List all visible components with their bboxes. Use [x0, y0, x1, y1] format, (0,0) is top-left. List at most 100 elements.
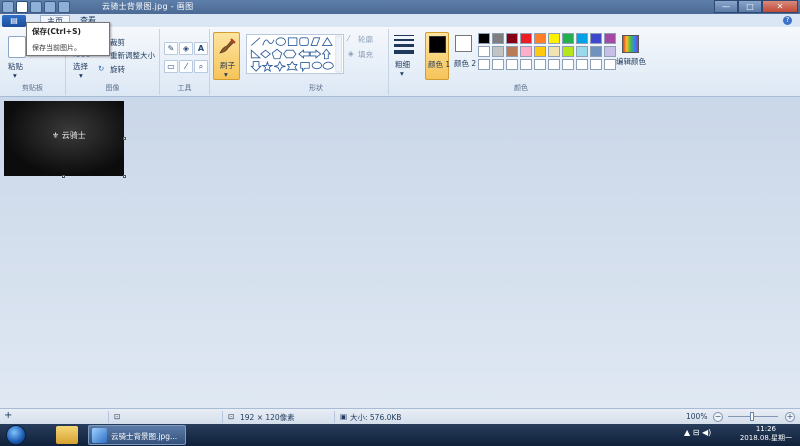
five-point-star-shape-icon [261, 61, 274, 73]
four-point-star-shape-icon [273, 60, 286, 73]
zoom-in-button[interactable]: + [785, 412, 795, 422]
taskbar: 云骑士背景图.jpg... ▲ ⊟ ◀) 11:26 2018.08.星期一 [0, 424, 800, 446]
shapes-scrollbar[interactable] [335, 35, 342, 73]
zoom-level: 100% [686, 412, 708, 421]
right-triangle-shape-icon [250, 49, 261, 59]
paint-task-icon [92, 428, 107, 443]
clock-time: 11:26 [755, 425, 776, 433]
window-controls: — □ ✕ [714, 0, 798, 13]
colors-group: 颜色 [390, 29, 652, 95]
brushes-dropdown-icon: ▾ [224, 70, 228, 79]
six-point-star-shape-icon [286, 60, 298, 71]
selection-size-icon: ⊡ [114, 412, 121, 421]
resize-handle-corner[interactable] [123, 175, 126, 178]
crop-button[interactable]: 裁剪 [110, 37, 125, 48]
rounded-callout-shape-icon [300, 62, 310, 73]
line-shape-icon [251, 37, 261, 46]
magnifier-icon[interactable]: ⌕ [194, 60, 208, 73]
polygon-shape-icon [310, 37, 321, 46]
brushes-button[interactable]: 刷子 ▾ [213, 32, 240, 80]
up-arrow-shape-icon [321, 48, 332, 60]
file-size: 大小: 576.0KB [350, 413, 402, 422]
image-logo-text: ⚜ 云骑士 [52, 131, 86, 140]
clipboard-group-label: 剪贴板 [22, 84, 43, 92]
color-picker-icon[interactable]: ⁄ [179, 60, 193, 73]
resize-button[interactable]: 重新调整大小 [110, 50, 155, 61]
undo-icon[interactable] [30, 1, 42, 13]
shapes-gallery[interactable] [246, 34, 344, 74]
pencil-icon[interactable]: ✎ [164, 42, 178, 55]
start-button[interactable] [6, 425, 26, 445]
tooltip-title: 保存(Ctrl+S) [32, 27, 81, 36]
canvas-workspace[interactable]: ⚜ 云骑士 [0, 97, 800, 408]
eraser-icon[interactable]: ▭ [164, 60, 178, 73]
shapes-group-label: 形状 [309, 84, 323, 92]
status-separator [108, 411, 109, 423]
left-arrow-shape-icon [298, 49, 310, 59]
curve-shape-icon [262, 39, 275, 46]
pentagon-shape-icon [271, 48, 283, 60]
add-icon[interactable]: + [4, 410, 12, 421]
oval-callout-shape-icon [311, 61, 323, 70]
explorer-folder-icon[interactable] [56, 426, 78, 444]
right-arrow-shape-icon [309, 49, 322, 59]
status-bar: + ⊡ ⊡ 192 × 120像素 ▣ 大小: 576.0KB 100% − + [0, 408, 800, 424]
outline-icon[interactable]: ⁄ [348, 34, 349, 43]
taskbar-task-label: 云骑士背景图.jpg... [111, 432, 178, 441]
save-tooltip: 保存(Ctrl+S) 保存当前图片。 [26, 22, 110, 56]
paste-icon[interactable] [8, 36, 26, 58]
status-separator [334, 411, 335, 423]
text-tool-icon[interactable]: A [194, 42, 208, 55]
paint-app-icon[interactable] [2, 1, 14, 13]
ribbon: 粘贴 ▾ 剪贴板 选择 ▾ 裁剪 重新调整大小 ↻ 旋转 图像 ✎ ◈ A ▭ … [0, 27, 800, 97]
rectangle-shape-icon [287, 37, 298, 46]
fill-button[interactable]: 填充 [358, 49, 373, 60]
oval-shape-icon [275, 37, 286, 46]
zoom-out-button[interactable]: − [713, 412, 723, 422]
outline-button[interactable]: 轮廓 [358, 34, 373, 45]
title-bar: 云骑士背景图.jpg - 画图 — □ ✕ [0, 0, 800, 14]
triangle-shape-icon [321, 37, 333, 46]
tooltip-description: 保存当前图片。 [32, 44, 81, 52]
paste-dropdown-icon[interactable]: ▾ [13, 71, 17, 80]
zoom-slider-thumb[interactable] [750, 412, 754, 421]
quick-access-toolbar [2, 1, 70, 13]
resize-handle-bottom[interactable] [62, 175, 65, 178]
diamond-shape-icon [260, 49, 271, 59]
customize-toolbar-icon[interactable] [58, 1, 70, 13]
taskbar-clock[interactable]: 11:26 2018.08.星期一 [740, 425, 792, 443]
fill-bucket-icon[interactable]: ◈ [179, 42, 193, 55]
maximize-button[interactable]: □ [738, 0, 762, 13]
hexagon-shape-icon [283, 49, 297, 59]
fill-icon[interactable]: ◈ [348, 49, 354, 58]
ribbon-tab-row: ▤ 主页 查看 ? [0, 14, 800, 27]
file-size-icon: ▣ [340, 412, 348, 421]
dimensions-icon: ⊡ [228, 412, 235, 421]
select-dropdown-icon[interactable]: ▾ [79, 71, 83, 80]
tools-group-label: 工具 [177, 84, 192, 92]
clock-date: 2018.08.星期一 [739, 434, 792, 442]
file-menu-button[interactable]: ▤ [2, 15, 26, 27]
shapes-group: ⁄ 轮廓 ◈ 填充 形状 [244, 29, 389, 95]
image-canvas[interactable]: ⚜ 云骑士 [4, 101, 124, 176]
window-title: 云骑士背景图.jpg - 画图 [102, 2, 194, 11]
system-tray-icons[interactable]: ▲ ⊟ ◀) [684, 428, 711, 437]
help-icon[interactable]: ? [783, 16, 792, 25]
minimize-button[interactable]: — [714, 0, 738, 13]
tools-group: ✎ ◈ A ▭ ⁄ ⌕ 工具 [160, 29, 210, 95]
image-group-label: 图像 [105, 84, 120, 92]
colors-group-label: 颜色 [514, 84, 528, 92]
redo-icon[interactable] [44, 1, 56, 13]
image-dimensions: 192 × 120像素 [240, 413, 295, 422]
rotate-button[interactable]: 旋转 [110, 64, 125, 75]
brush-icon [219, 38, 236, 54]
resize-handle-right[interactable] [123, 137, 126, 140]
taskbar-paint-task[interactable]: 云骑士背景图.jpg... [88, 425, 186, 445]
rounded-rectangle-shape-icon [299, 37, 309, 46]
down-arrow-shape-icon [250, 61, 262, 72]
cloud-callout-shape-icon [322, 61, 334, 70]
status-separator [222, 411, 223, 423]
rotate-icon[interactable]: ↻ [98, 64, 104, 73]
save-icon[interactable] [16, 1, 28, 13]
close-button[interactable]: ✕ [762, 0, 798, 13]
